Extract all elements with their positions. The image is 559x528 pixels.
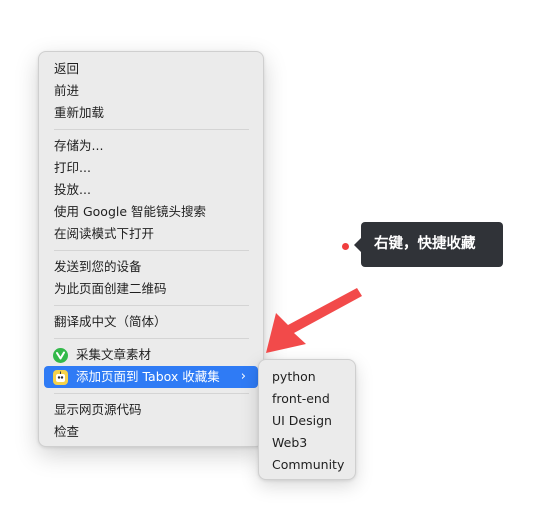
menu-separator — [54, 338, 249, 339]
menu-separator — [54, 393, 249, 394]
chevron-right-icon: › — [240, 369, 246, 384]
submenu-item-web3[interactable]: Web3 — [259, 432, 355, 454]
tabox-collections-submenu: python front-end UI Design Web3 Communit… — [258, 359, 356, 480]
context-menu: 返回 前进 重新加载 存储为... 打印... 投放... 使用 Google … — [38, 51, 264, 447]
menu-separator — [54, 250, 249, 251]
menu-item-view-source[interactable]: 显示网页源代码 — [44, 399, 258, 421]
menu-item-forward[interactable]: 前进 — [44, 80, 258, 102]
menu-item-label: 添加页面到 Tabox 收藏集 — [76, 369, 220, 384]
menu-separator — [54, 305, 249, 306]
annotation-arrow-icon — [266, 288, 362, 353]
menu-item-reader-mode[interactable]: 在阅读模式下打开 — [44, 223, 258, 245]
menu-item-google-lens[interactable]: 使用 Google 智能镜头搜索 — [44, 201, 258, 223]
menu-separator — [54, 129, 249, 130]
menu-item-inspect[interactable]: 检查 — [44, 421, 258, 443]
menu-item-collect-article[interactable]: 采集文章素材 — [44, 344, 258, 366]
submenu-item-community[interactable]: Community — [259, 454, 355, 476]
menu-item-create-qr-code[interactable]: 为此页面创建二维码 — [44, 278, 258, 300]
menu-item-cast[interactable]: 投放... — [44, 179, 258, 201]
submenu-item-front-end[interactable]: front-end — [259, 388, 355, 410]
collect-extension-icon — [53, 348, 68, 363]
menu-item-save-as[interactable]: 存储为... — [44, 135, 258, 157]
menu-item-label: 采集文章素材 — [76, 347, 152, 362]
submenu-item-ui-design[interactable]: UI Design — [259, 410, 355, 432]
menu-item-translate[interactable]: 翻译成中文（简体） — [44, 311, 258, 333]
annotation-dot — [342, 243, 349, 250]
menu-item-add-to-tabox[interactable]: 添加页面到 Tabox 收藏集 › — [44, 366, 258, 388]
menu-item-send-to-devices[interactable]: 发送到您的设备 — [44, 256, 258, 278]
annotation-tooltip: 右键，快捷收藏 — [354, 222, 503, 267]
menu-item-reload[interactable]: 重新加载 — [44, 102, 258, 124]
menu-item-print[interactable]: 打印... — [44, 157, 258, 179]
submenu-item-python[interactable]: python — [259, 366, 355, 388]
menu-item-back[interactable]: 返回 — [44, 58, 258, 80]
tabox-extension-icon — [53, 370, 68, 385]
